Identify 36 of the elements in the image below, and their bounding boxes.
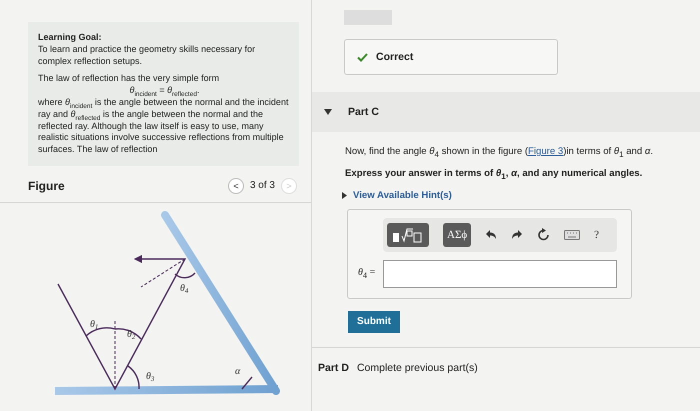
redo-icon [511,228,524,241]
submit-button[interactable]: Submit [348,310,400,333]
undo-icon [485,228,498,241]
angle-label: θ$_{3}$ [146,370,154,383]
correct-status: Correct [376,51,414,63]
figure-title: Figure [28,178,65,193]
law-intro-text: The law of reflection has the very simple form [38,73,220,86]
learning-goal-title: Learning Goal: [38,32,103,44]
symbols-button[interactable]: ΑΣϕ [443,222,472,247]
template-button[interactable] [387,222,429,247]
part-title: Part D [318,362,349,374]
caret-icon [342,192,347,199]
hint-toggle[interactable]: View Available Hint(s) [342,190,700,201]
reset-icon [537,228,550,242]
reset-button[interactable] [537,228,550,242]
answer-field[interactable] [383,260,617,288]
figure-counter: 3 of 3 [250,180,275,192]
angle-label: θ$_{1}$ [90,318,98,331]
keyboard-icon [564,230,580,240]
redo-button[interactable] [511,228,524,241]
learning-goal-text: To learn and practice the geometry skills necessary for complex reflection setups. [38,44,256,68]
answer-instruction: Express your answer in terms of θ$_{1}$, α, and any numerical angles. [345,168,644,181]
question-text: Now, find the angle θ$_{4}$ shown in the figure (Figure 3)in terms of θ$_{1}$ and α. [345,146,654,159]
reflection-equation: θ$_{incident}$ = θ$_{reflected}$. [128,85,200,97]
part-title: Part C [348,106,379,118]
part-status: Complete previous part(s) [356,362,478,374]
help-button[interactable]: ? [594,228,600,241]
previous-figure-button[interactable]: < [228,178,244,194]
part-header[interactable]: Part C [312,92,700,132]
undo-button[interactable] [485,228,498,241]
checkmark-icon [357,52,368,62]
answer-label: θ$_{4}$ = [358,267,376,280]
angle-label: θ$_{2}$ [127,328,136,341]
figure-link[interactable]: Figure 3 [528,146,564,157]
explanation-paragraph: where θ$_{incident}$ is the angle between the normal and the incident ray and θ$_{reflected}$ is the angle between the normal and the reflected ray. Although the law itself is easy to use, many realistic situations involve successive reflections from multiple surfaces. The law of reflection [38,96,290,156]
keyboard-button[interactable] [564,230,580,240]
